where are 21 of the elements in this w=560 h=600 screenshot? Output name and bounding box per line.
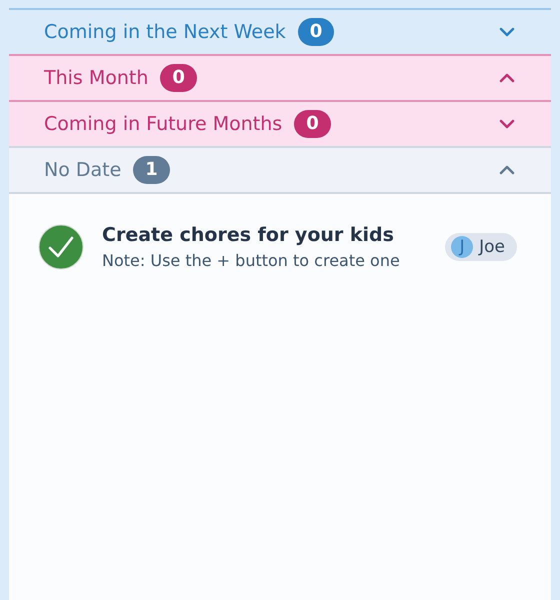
caret-icon[interactable] (499, 73, 515, 83)
assignee-name: Joe (479, 237, 505, 257)
section-title: No Date (44, 159, 122, 181)
caret-icon[interactable] (499, 27, 515, 37)
count-badge: 0 (298, 18, 334, 46)
task-title: Create chores for your kids (102, 224, 395, 246)
check-icon[interactable] (38, 224, 84, 270)
count-badge: 0 (160, 64, 197, 92)
count-badge: 1 (133, 156, 170, 184)
task-note: Note: Use the + button to create one (102, 251, 401, 270)
caret-icon[interactable] (499, 165, 515, 175)
count-badge: 0 (294, 110, 331, 138)
section-title: Coming in the Next Week (44, 21, 286, 43)
section-header[interactable]: No Date 1 (9, 146, 551, 192)
assignee-chip[interactable]: J Joe (445, 233, 517, 261)
avatar-initial: J (451, 236, 474, 258)
section-header[interactable]: Coming in Future Months 0 (9, 100, 551, 146)
section-title: Coming in Future Months (44, 113, 282, 135)
section-header[interactable]: This Month 0 (9, 54, 551, 100)
caret-icon[interactable] (499, 119, 515, 129)
section-title: This Month (44, 67, 148, 89)
